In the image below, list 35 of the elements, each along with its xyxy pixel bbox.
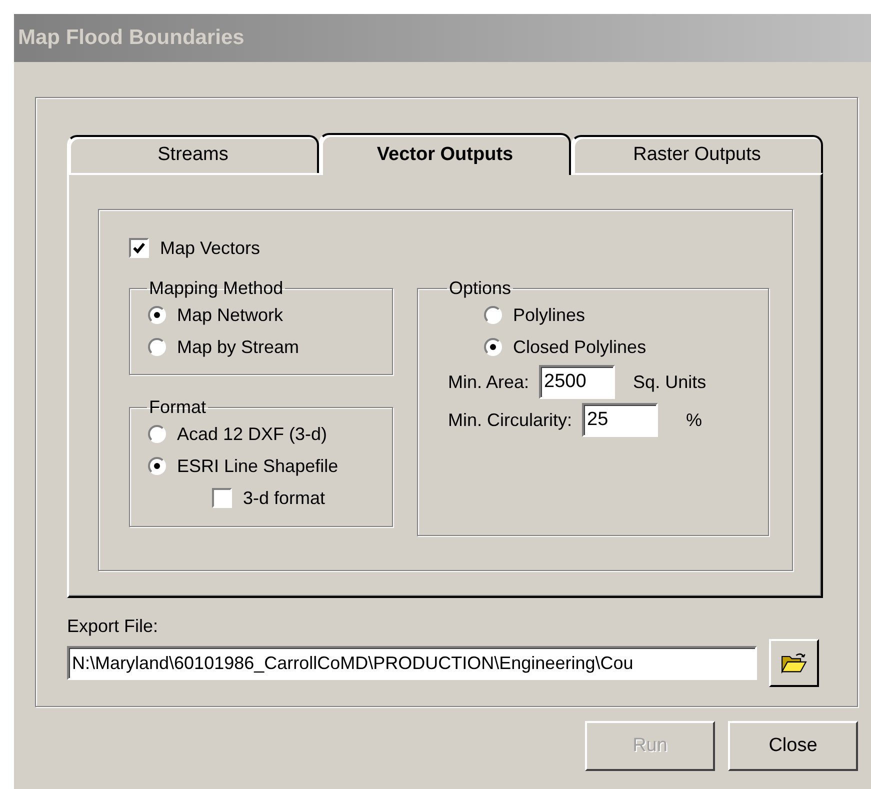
radio-button[interactable] xyxy=(148,425,166,443)
field-label: Export File: xyxy=(67,616,160,637)
unit-label: % xyxy=(686,410,702,430)
radio-button[interactable] xyxy=(484,338,502,356)
tab[interactable]: Streams xyxy=(67,135,319,173)
group-title: Format xyxy=(148,397,208,418)
dialog-button[interactable]: Close xyxy=(728,721,858,771)
tab[interactable]: Vector Outputs xyxy=(319,133,571,175)
radio-button[interactable] xyxy=(148,457,166,475)
radio-button[interactable] xyxy=(484,306,502,324)
radio-label: Closed Polylines xyxy=(513,336,646,358)
checkbox[interactable] xyxy=(212,488,232,508)
field-label: Min. Circularity: xyxy=(448,410,572,430)
input-field[interactable]: 25 xyxy=(582,403,658,437)
radio-button[interactable] xyxy=(148,338,166,356)
check-icon xyxy=(132,241,146,255)
radio-button[interactable] xyxy=(148,306,166,324)
checkbox-label: 3-d format xyxy=(243,488,326,508)
browse-button[interactable] xyxy=(769,639,819,687)
radio-label: Acad 12 DXF (3-d) xyxy=(177,424,328,444)
radio-label: Map Network xyxy=(177,304,284,326)
path-field[interactable]: N:\Maryland\60101986_CarrollCoMD\PRODUCTION\Engineering\Cou xyxy=(67,646,757,680)
tab[interactable]: Raster Outputs xyxy=(571,135,823,173)
window-title: Map Flood Boundaries xyxy=(18,26,244,50)
field-label: Min. Area: xyxy=(448,372,530,392)
unit-label: Sq. Units xyxy=(633,372,706,392)
radio-label: ESRI Line Shapefile xyxy=(177,456,338,476)
radio-label: Polylines xyxy=(513,304,586,326)
radio-label: Map by Stream xyxy=(177,336,300,358)
input-field[interactable]: 2500 xyxy=(539,365,616,399)
group-title: Mapping Method xyxy=(148,278,284,299)
checkbox-label: Map Vectors xyxy=(160,238,260,258)
group-title: Options xyxy=(448,278,512,299)
checkbox[interactable] xyxy=(129,238,149,258)
folder-icon xyxy=(781,652,807,674)
